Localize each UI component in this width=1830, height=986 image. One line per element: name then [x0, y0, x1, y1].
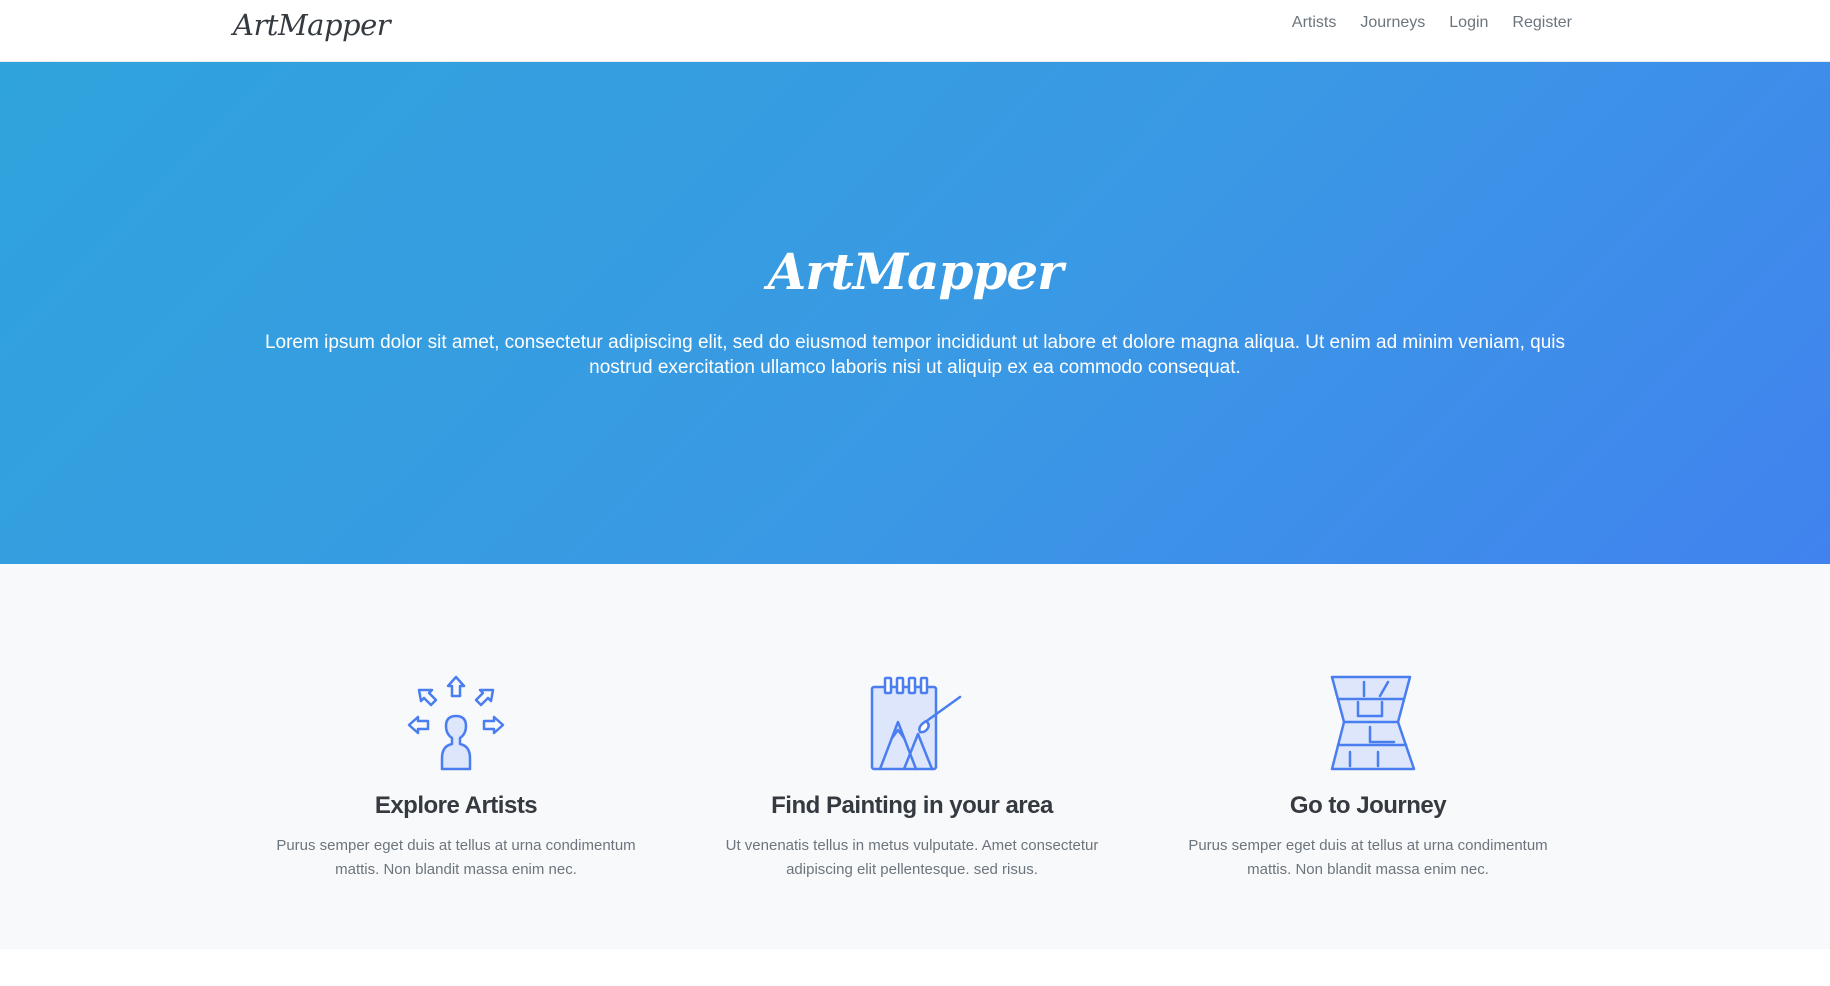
nav-link-register[interactable]: Register	[1512, 14, 1572, 32]
person-arrows-icon	[407, 675, 505, 771]
nav-link-journeys[interactable]: Journeys	[1360, 14, 1425, 32]
feature-title: Go to Journey	[1289, 792, 1447, 819]
sketchbook-painting-icon	[870, 676, 962, 771]
feature-go-to-journey: Go to Journey Purus semper eget duis at …	[1158, 672, 1578, 882]
feature-find-painting: Find Painting in your area Ut venenatis …	[702, 672, 1122, 882]
feature-title: Find Painting in your area	[771, 792, 1053, 819]
nav-link-login[interactable]: Login	[1449, 14, 1488, 32]
feature-explore-artists: Explore Artists Purus semper eget duis a…	[246, 672, 666, 882]
feature-description: Purus semper eget duis at tellus at urna…	[276, 837, 636, 878]
nav-link-artists[interactable]: Artists	[1292, 14, 1336, 32]
features-section: Explore Artists Purus semper eget duis a…	[0, 564, 1830, 949]
hero-title: ArtMapper	[767, 242, 1063, 301]
nav-links: Artists Journeys Login Register	[1292, 14, 1572, 32]
feature-description: Purus semper eget duis at tellus at urna…	[1188, 837, 1548, 878]
top-navbar: ArtMapper Artists Journeys Login Registe…	[0, 0, 1830, 62]
hero-banner: ArtMapper Lorem ipsum dolor sit amet, co…	[0, 62, 1830, 564]
brand-logo[interactable]: ArtMapper	[233, 8, 391, 42]
folded-map-icon	[1330, 675, 1416, 771]
hero-description: Lorem ipsum dolor sit amet, consectetur …	[264, 332, 1566, 378]
feature-description: Ut venenatis tellus in metus vulputate. …	[725, 837, 1099, 878]
feature-title: Explore Artists	[374, 792, 538, 819]
